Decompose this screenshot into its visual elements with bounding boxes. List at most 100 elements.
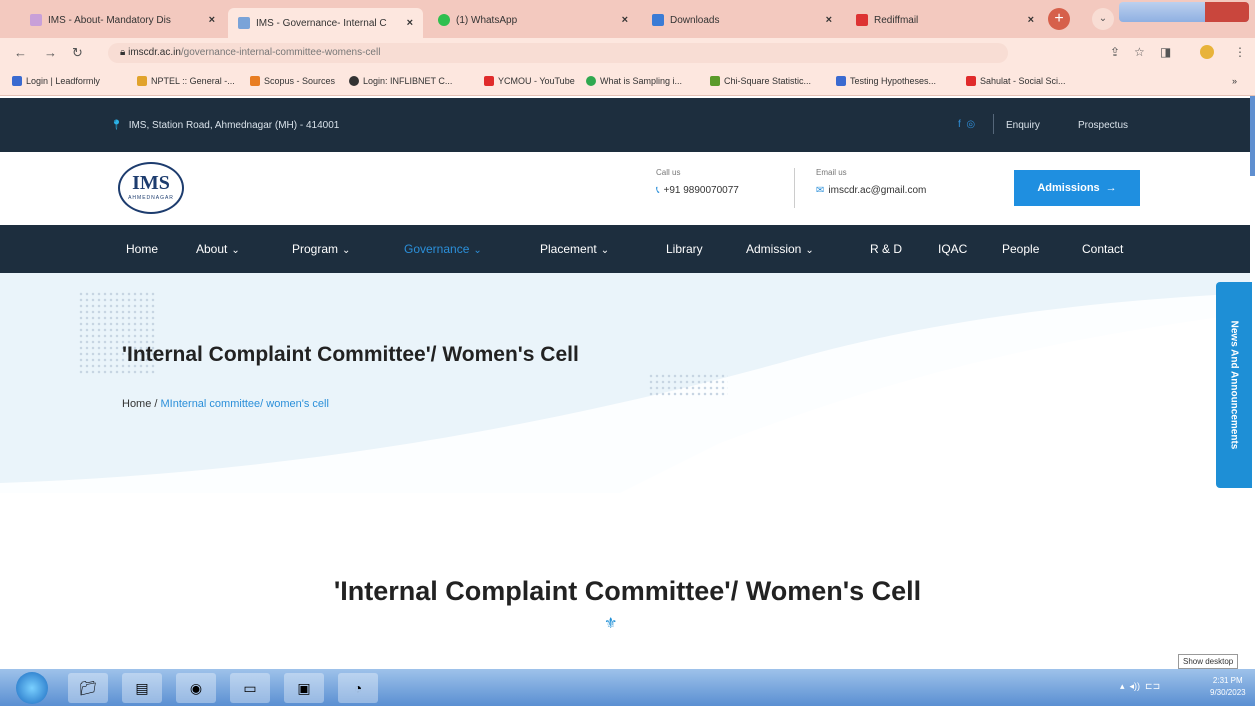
profile-avatar-icon[interactable] bbox=[1200, 45, 1214, 59]
tab-close-icon[interactable]: × bbox=[1028, 14, 1034, 26]
bookmark-icon bbox=[836, 76, 846, 86]
window-controls[interactable] bbox=[1119, 2, 1249, 22]
topbar-divider bbox=[993, 114, 994, 134]
app-taskbar-icon[interactable]: ▭ bbox=[230, 673, 270, 703]
site-address: 📍︎ IMS, Station Road, Ahmednagar (MH) - 4… bbox=[110, 120, 340, 131]
window-close-icon[interactable] bbox=[1205, 2, 1249, 22]
bookmark-item[interactable]: Testing Hypotheses... bbox=[836, 76, 936, 86]
tab-favicon-icon bbox=[652, 14, 664, 26]
browser-tab-active[interactable]: IMS - Governance- Internal C × bbox=[228, 8, 423, 38]
nav-item-rnd[interactable]: R & D bbox=[870, 242, 902, 256]
section-title: 'Internal Complaint Committee'/ Women's … bbox=[333, 576, 922, 606]
tab-search-chevron-icon[interactable]: ⌄ bbox=[1092, 8, 1114, 30]
nav-item-iqac[interactable]: IQAC bbox=[938, 242, 967, 256]
social-icons[interactable]: f ◎ bbox=[958, 119, 975, 130]
start-button-icon[interactable] bbox=[16, 672, 48, 704]
news-announcements-tab[interactable]: News And Announcements bbox=[1216, 282, 1252, 488]
new-tab-icon[interactable]: + bbox=[1048, 8, 1070, 30]
breadcrumb-home[interactable]: Home bbox=[122, 398, 151, 410]
bookmark-icon bbox=[12, 76, 22, 86]
share-icon[interactable]: ⇪ bbox=[1110, 45, 1120, 59]
forward-arrow-icon[interactable]: → bbox=[44, 45, 57, 60]
admissions-button[interactable]: Admissions → bbox=[1014, 170, 1140, 206]
bookmark-icon bbox=[710, 76, 720, 86]
nav-item-program[interactable]: Program ⌄ bbox=[292, 242, 350, 256]
back-arrow-icon[interactable]: ← bbox=[14, 45, 27, 60]
bookmark-item[interactable]: What is Sampling i... bbox=[586, 76, 682, 86]
bookmark-icon bbox=[349, 76, 359, 86]
instagram-icon[interactable]: ◎ bbox=[966, 119, 975, 130]
url-host: imscdr.ac.in bbox=[128, 47, 181, 58]
nav-item-placement[interactable]: Placement ⌄ bbox=[540, 242, 609, 256]
star-icon[interactable]: ☆ bbox=[1134, 45, 1145, 59]
site-header: IMS AHMEDNAGAR Call us 📞︎ +91 9890070077 … bbox=[0, 152, 1250, 225]
bookmarks-overflow-icon[interactable]: » bbox=[1232, 76, 1237, 86]
browser-tab[interactable]: (1) WhatsApp × bbox=[428, 6, 638, 34]
phone-number[interactable]: +91 9890070077 bbox=[664, 185, 739, 196]
bookmark-icon bbox=[137, 76, 147, 86]
phone-icon: 📞︎ bbox=[656, 185, 660, 196]
system-tray[interactable]: ▴ ◂)) ⊏⊐ bbox=[1120, 681, 1160, 692]
app-taskbar-icon[interactable]: ▤ bbox=[122, 673, 162, 703]
bookmark-item[interactable]: Sahulat - Social Sci... bbox=[966, 76, 1066, 86]
scrollbar-thumb[interactable] bbox=[1250, 96, 1255, 176]
show-desktop-tooltip: Show desktop bbox=[1178, 654, 1239, 669]
email-block: Email us ✉︎ imscdr.ac@gmail.com bbox=[816, 168, 926, 196]
browser-tab[interactable]: IMS - About- Mandatory Dis × bbox=[20, 6, 225, 34]
bookmarks-bar: Login | Leadformly NPTEL :: General -...… bbox=[0, 68, 1255, 96]
site-top-bar: 📍︎ IMS, Station Road, Ahmednagar (MH) - 4… bbox=[0, 98, 1250, 152]
bookmark-item[interactable]: Chi-Square Statistic... bbox=[710, 76, 811, 86]
lock-icon: 🔒︎ bbox=[120, 47, 129, 58]
chevron-down-icon: ⌄ bbox=[600, 245, 610, 256]
explorer-taskbar-icon[interactable]: 📁︎ bbox=[68, 673, 108, 703]
tab-favicon-icon bbox=[438, 14, 450, 26]
url-path: /governance-internal-committee-womens-ce… bbox=[180, 47, 381, 58]
header-divider bbox=[794, 168, 795, 208]
windows-taskbar: 📁︎ ▤ ◉ ▭ ▣ ◔ ▴ ◂)) ⊏⊐ 2:31 PM 9/30/2023 bbox=[0, 669, 1255, 706]
tab-title: Rediffmail bbox=[874, 14, 919, 26]
tab-close-icon[interactable]: × bbox=[209, 14, 215, 26]
tab-close-icon[interactable]: × bbox=[622, 14, 628, 26]
call-label: Call us bbox=[656, 168, 681, 177]
chrome-taskbar-icon[interactable]: ◉ bbox=[176, 673, 216, 703]
bookmark-item[interactable]: Login | Leadformly bbox=[12, 76, 100, 86]
tab-close-icon[interactable]: × bbox=[826, 14, 832, 26]
reload-icon[interactable]: ↻ bbox=[72, 45, 83, 61]
chevron-down-icon: ⌄ bbox=[805, 245, 814, 256]
url-input[interactable]: 🔒︎ imscdr.ac.in/governance-internal-comm… bbox=[108, 43, 1008, 63]
nav-item-home[interactable]: Home bbox=[126, 242, 158, 256]
tab-title: IMS - Governance- Internal C bbox=[256, 17, 387, 29]
browser-tab-bar: IMS - About- Mandatory Dis × IMS - Gover… bbox=[0, 0, 1255, 38]
email-address[interactable]: imscdr.ac@gmail.com bbox=[828, 185, 926, 196]
taskbar-clock[interactable]: 2:31 PM 9/30/2023 bbox=[1210, 675, 1246, 699]
bookmark-item[interactable]: Scopus - Sources bbox=[250, 76, 335, 86]
breadcrumb: Home / MInternal committee/ women's cell bbox=[122, 398, 329, 410]
tab-close-icon[interactable]: × bbox=[407, 17, 413, 29]
browser-tab[interactable]: Rediffmail × bbox=[846, 6, 1044, 34]
bookmark-item[interactable]: NPTEL :: General -... bbox=[137, 76, 235, 86]
browser-address-bar: ← → ↻ 🔒︎ imscdr.ac.in/governance-interna… bbox=[0, 38, 1255, 68]
nav-item-admission[interactable]: Admission ⌄ bbox=[746, 242, 814, 256]
sidepanel-icon[interactable]: ◨ bbox=[1160, 45, 1171, 59]
browser-tab[interactable]: Downloads × bbox=[642, 6, 842, 34]
banner-wave-shape bbox=[0, 293, 1250, 493]
bookmark-item[interactable]: Login: INFLIBNET C... bbox=[349, 76, 452, 86]
nav-item-people[interactable]: People bbox=[1002, 242, 1039, 256]
enquiry-link[interactable]: Enquiry bbox=[1006, 120, 1040, 131]
menu-kebab-icon[interactable]: ⋮ bbox=[1234, 45, 1246, 59]
bookmark-item[interactable]: YCMOU - YouTube bbox=[484, 76, 575, 86]
email-label: Email us bbox=[816, 168, 847, 177]
facebook-icon[interactable]: f bbox=[958, 119, 961, 130]
nav-item-about[interactable]: About ⌄ bbox=[196, 242, 240, 256]
nav-item-library[interactable]: Library bbox=[666, 242, 703, 256]
app-taskbar-icon[interactable]: ▣ bbox=[284, 673, 324, 703]
chevron-down-icon: ⌄ bbox=[231, 245, 240, 256]
page-banner: 'Internal Complaint Committee'/ Women's … bbox=[0, 273, 1250, 493]
app-taskbar-icon[interactable]: ◔ bbox=[338, 673, 378, 703]
nav-item-governance[interactable]: Governance ⌄ bbox=[404, 242, 482, 256]
main-navigation: Home About ⌄ Program ⌄ Governance ⌄ Placeme… bbox=[0, 225, 1250, 273]
bookmark-icon bbox=[586, 76, 596, 86]
prospectus-link[interactable]: Prospectus bbox=[1078, 120, 1128, 131]
nav-item-contact[interactable]: Contact bbox=[1082, 242, 1123, 256]
ims-logo[interactable]: IMS AHMEDNAGAR bbox=[118, 162, 184, 214]
